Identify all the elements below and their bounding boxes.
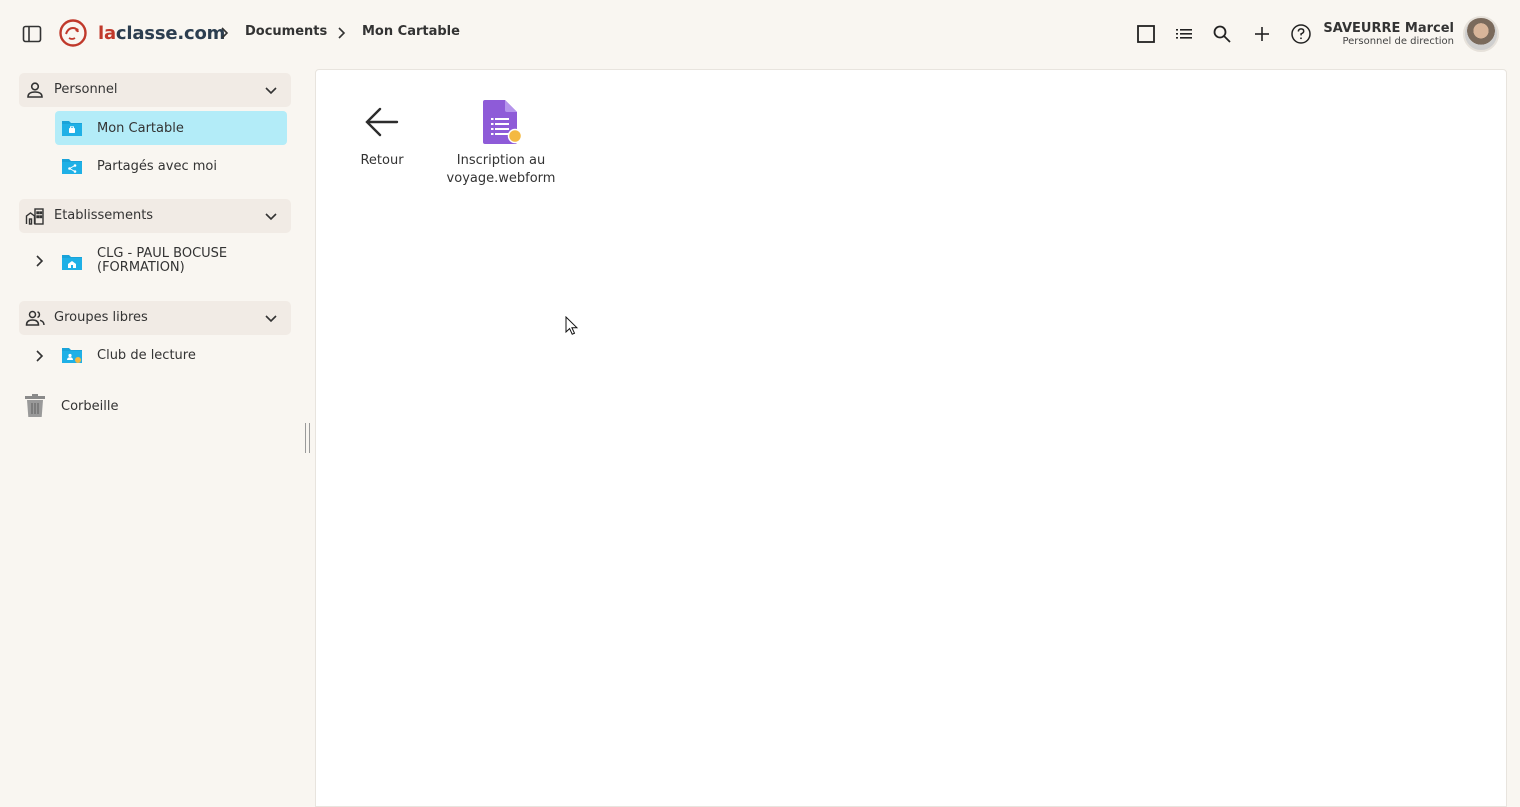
tile-retour[interactable]: Retour [322, 98, 442, 170]
search-icon[interactable] [1210, 22, 1234, 46]
mouse-cursor-icon [565, 316, 579, 335]
user-name: SAVEURRE Marcel [1323, 21, 1454, 36]
tile-label: Retour [360, 153, 404, 168]
chevron-right-icon[interactable] [32, 349, 46, 363]
folder-briefcase-icon [62, 121, 82, 136]
group-icon [25, 310, 45, 326]
section-label: Groupes libres [54, 310, 148, 325]
section-label: Etablissements [54, 208, 154, 223]
sidebar-item-club-de-lecture[interactable]: Club de lecture [55, 346, 291, 368]
webform-icon [483, 100, 523, 144]
help-icon[interactable] [1289, 22, 1313, 46]
sidebar-item-label: CLG - PAUL BOCUSE (FORMATION) [97, 246, 228, 275]
chevron-down-icon[interactable] [264, 311, 278, 325]
user-role: Personnel de direction [1342, 36, 1454, 47]
section-groupes-libres[interactable]: Groupes libres [19, 301, 291, 335]
user-menu[interactable]: SAVEURRE Marcel Personnel de direction [1323, 21, 1454, 48]
sidebar-item-label: Mon Cartable [97, 121, 184, 136]
logo-icon [59, 19, 87, 47]
breadcrumb-mon-cartable[interactable]: Mon Cartable [362, 24, 460, 39]
view-grid-icon[interactable] [1134, 22, 1158, 46]
breadcrumb-documents[interactable]: Documents [245, 24, 327, 39]
sidebar-item-corbeille[interactable]: Corbeille [24, 394, 224, 420]
section-label: Personnel [54, 82, 118, 97]
view-list-icon[interactable] [1172, 22, 1196, 46]
sidebar-toggle-icon[interactable] [21, 23, 43, 45]
section-personnel[interactable]: Personnel [19, 73, 291, 107]
folder-shared-icon [62, 159, 82, 174]
logo[interactable]: laclasse.com [57, 17, 225, 49]
section-etablissements[interactable]: Etablissements [19, 199, 291, 233]
breadcrumb-separator-icon [221, 27, 229, 39]
top-bar: laclasse.com Documents Mon Cartable SAVE… [0, 0, 1520, 66]
folder-school-icon [62, 255, 82, 270]
tile-webform[interactable]: Inscription au voyage.webform [441, 98, 561, 188]
sidebar-item-partages[interactable]: Partagés avec moi [55, 149, 287, 183]
chevron-down-icon[interactable] [264, 209, 278, 223]
chevron-right-icon[interactable] [32, 254, 46, 268]
person-icon [27, 82, 43, 98]
tile-label: Inscription au voyage.webform [446, 153, 556, 186]
arrow-back-icon [365, 107, 399, 137]
breadcrumb-separator-icon [338, 27, 346, 39]
buildings-icon [25, 208, 44, 225]
chevron-down-icon[interactable] [264, 83, 278, 97]
sidebar-item-mon-cartable[interactable]: Mon Cartable [55, 111, 287, 145]
trash-label: Corbeille [61, 399, 119, 414]
logo-text: laclasse.com [98, 22, 226, 44]
sidebar-item-clg-paul-bocuse[interactable]: CLG - PAUL BOCUSE (FORMATION) [55, 247, 291, 279]
sidebar-resize-handle[interactable] [305, 423, 310, 453]
sidebar-item-label: Partagés avec moi [97, 159, 217, 174]
sidebar-item-label: Club de lecture [97, 348, 196, 363]
folder-group-icon [62, 348, 82, 363]
avatar[interactable] [1463, 16, 1499, 52]
add-icon[interactable] [1250, 22, 1274, 46]
file-browser-panel: Retour Inscription au voyage.webform [315, 69, 1507, 807]
trash-icon [25, 394, 45, 417]
